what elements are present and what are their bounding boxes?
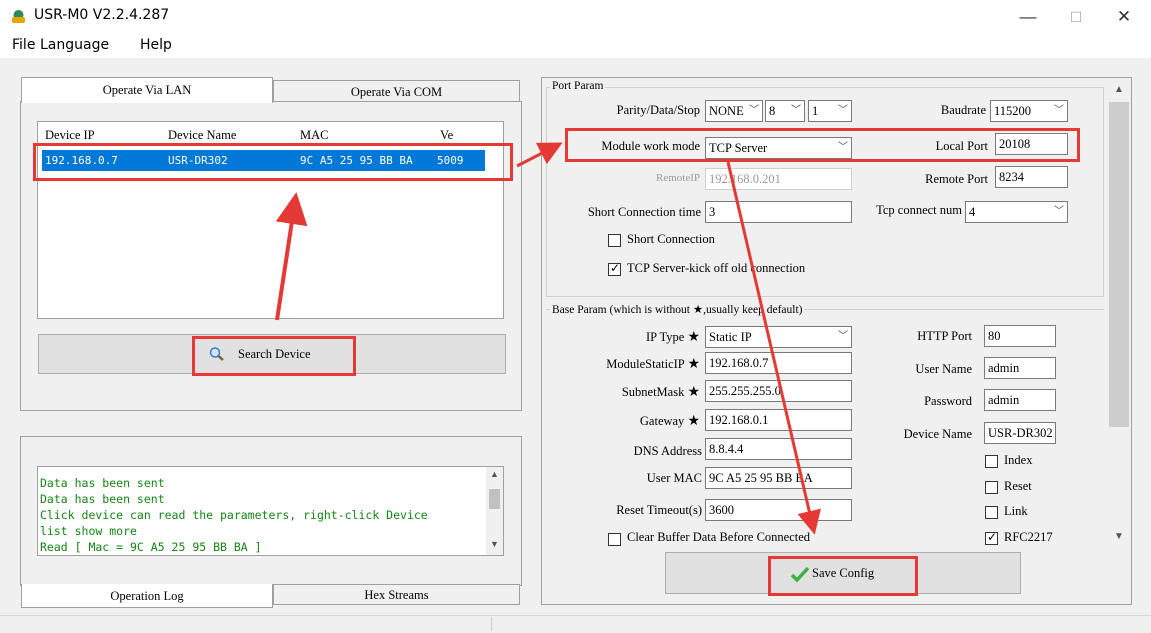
annotation-arrows [275,142,821,535]
arrow-right [516,142,563,168]
arrow-up [275,192,308,321]
arrow-down [726,161,821,535]
